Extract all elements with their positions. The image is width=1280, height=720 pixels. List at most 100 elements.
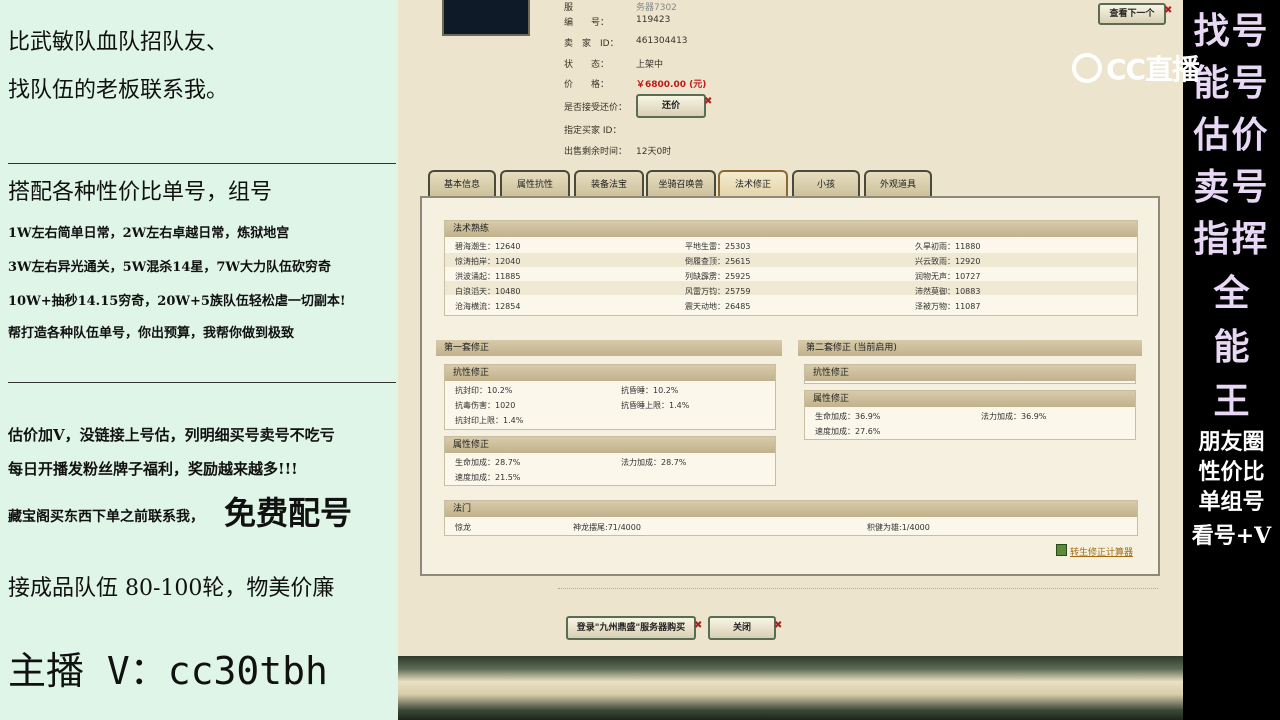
skill-cell: 平地生雷：25303 — [685, 242, 751, 251]
set2-title: 第二套修正 (当前启用) — [798, 340, 1142, 356]
set2-resist-section: 抗性修正 — [804, 364, 1136, 384]
fameng-cell: 神龙摆尾:71/4000 — [573, 523, 641, 532]
skill-cell: 泽被万物：11087 — [915, 302, 981, 311]
tab-basic-info[interactable]: 基本信息 — [428, 170, 496, 198]
treasure-pavilion-window: 服 务器7302 编 号： 119423 卖 家 ID： 461304413 状… — [398, 0, 1183, 720]
window-bottom-frame — [398, 656, 1183, 720]
resist-cell: 抗封印上限：1.4% — [455, 416, 524, 425]
cc-logo-text: CC直播 — [1106, 53, 1200, 86]
price-label: 价 格： — [564, 80, 610, 90]
ad-line: 接成品队伍 80-100轮，物美价廉 — [8, 576, 335, 601]
left-ad-panel: 比武敏队血队招队友、 找队伍的老板联系我。 搭配各种性价比单号，组号 1W左右简… — [0, 0, 398, 720]
login-server-buy-button[interactable]: 登录"九州鼎盛"服务器购买 — [566, 616, 696, 640]
ad-line: 藏宝阁买东西下单之前联系我， — [8, 509, 204, 525]
skill-cell: 风雷万钧：25759 — [685, 287, 751, 296]
resist-cell: 抗昏睡上限：1.4% — [621, 401, 690, 410]
ad-line: 找队伍的老板联系我。 — [8, 78, 229, 103]
character-portrait — [442, 0, 530, 36]
ad-small-text: 看号+V — [1191, 523, 1272, 549]
resist-cell: 抗昏睡：10.2% — [621, 386, 679, 395]
attr-cell: 法力加成：28.7% — [621, 458, 687, 467]
skill-cell: 久旱初雨：11880 — [915, 242, 981, 251]
counter-offer-button[interactable]: 还价 — [636, 94, 706, 118]
ad-line: 估价加V，没链接上号估，列明细买号卖号不吃亏 — [8, 426, 335, 444]
section-title: 属性修正 — [805, 391, 1135, 407]
skill-cell: 沧海横流：12854 — [455, 302, 521, 311]
ad-vertical-text: 找号 — [1193, 10, 1270, 52]
fameng-cell: 惊龙 — [455, 523, 471, 532]
status-label: 状 态： — [564, 60, 610, 70]
streamer-contact: 主播 V：cc30tbh — [8, 649, 328, 693]
row-stripe — [445, 281, 1137, 295]
skill-cell: 惊涛拍岸：12040 — [455, 257, 521, 266]
status-value: 上架中 — [636, 60, 664, 70]
close-button[interactable]: 关闭 — [708, 616, 776, 640]
rebirth-calculator-link[interactable]: 转生修正计算器 — [1070, 545, 1133, 558]
spell-proficiency-section: 法术熟练 碧海潮生：12640 平地生雷：25303 久旱初雨：11880 惊涛… — [444, 220, 1138, 316]
row-stripe — [445, 253, 1137, 267]
seller-label: 卖 家 ID： — [564, 39, 619, 49]
resist-cell: 抗毒伤害：1020 — [455, 401, 516, 410]
tab-mounts-pets[interactable]: 坐骑召唤兽 — [646, 170, 716, 198]
set1-title: 第一套修正 — [436, 340, 782, 356]
ad-small-text: 性价比 — [1198, 459, 1265, 485]
section-title: 属性修正 — [445, 437, 775, 453]
section-title: 法术熟练 — [445, 221, 1137, 237]
ad-line: 比武敏队血队招队友、 — [8, 30, 229, 55]
skill-cell: 洪波涌起：11885 — [455, 272, 521, 281]
skill-cell: 列缺霹雳：25925 — [685, 272, 751, 281]
server-value: 务器7302 — [636, 3, 677, 13]
time-value: 12天0时 — [636, 147, 672, 157]
skill-cell: 震天动地：26485 — [685, 302, 751, 311]
ad-vertical-text: 指挥 — [1193, 218, 1270, 260]
tab-children[interactable]: 小孩 — [792, 170, 860, 198]
skill-cell: 沛然莫御：10883 — [915, 287, 981, 296]
buyer-id-label: 指定买家 ID： — [564, 126, 622, 136]
ad-line: 每日开播发粉丝牌子福利，奖励越来越多!!! — [8, 460, 298, 478]
id-value: 119423 — [636, 15, 671, 25]
attr-cell: 法力加成：36.9% — [981, 412, 1047, 421]
price-value: ￥6800.00 (元) — [636, 80, 707, 90]
ad-vertical-text: 王 — [1213, 380, 1250, 422]
tab-appearance[interactable]: 外观道具 — [864, 170, 932, 198]
ad-line: 帮打造各种队伍单号，你出预算，我帮你做到极致 — [8, 326, 295, 341]
set1-attr-section: 属性修正 生命加成：28.7% 法力加成：28.7% 速度加成：21.5% — [444, 436, 776, 486]
next-item-button[interactable]: 查看下一个 — [1098, 3, 1166, 25]
tab-equipment[interactable]: 装备法宝 — [574, 170, 644, 198]
ad-small-text: 单组号 — [1198, 489, 1265, 515]
section-title: 法门 — [445, 501, 1137, 517]
tab-content-panel: 法术熟练 碧海潮生：12640 平地生雷：25303 久旱初雨：11880 惊涛… — [420, 196, 1160, 576]
attr-cell: 生命加成：28.7% — [455, 458, 521, 467]
close-icon[interactable]: ✖ — [774, 620, 782, 631]
divider — [8, 382, 396, 383]
counter-offer-label: 是否接受还价： — [564, 103, 628, 113]
fameng-section: 法门 惊龙 神龙摆尾:71/4000 积健为雄:1/4000 — [444, 500, 1138, 536]
calculator-icon[interactable] — [1056, 544, 1067, 556]
skill-cell: 兴云致雨：12920 — [915, 257, 981, 266]
ad-vertical-text: 全 — [1213, 272, 1250, 314]
ad-highlight: 免费配号 — [224, 494, 353, 532]
tab-attribute-resist[interactable]: 属性抗性 — [500, 170, 570, 198]
dotted-divider — [558, 588, 1158, 589]
close-icon[interactable]: ✖ — [1164, 5, 1172, 16]
tab-spell-correction[interactable]: 法术修正 — [718, 170, 788, 198]
ad-small-text: 朋友圈 — [1198, 429, 1265, 455]
time-label: 出售剩余时间： — [564, 147, 628, 157]
section-title: 抗性修正 — [445, 365, 775, 381]
ad-vertical-text: 能 — [1213, 326, 1250, 368]
close-icon[interactable]: ✖ — [704, 96, 712, 107]
skill-cell: 碧海潮生：12640 — [455, 242, 521, 251]
close-icon[interactable]: ✖ — [694, 620, 702, 631]
server-label: 服 — [564, 3, 574, 13]
attr-cell: 速度加成：27.6% — [815, 427, 881, 436]
set2-attr-section: 属性修正 生命加成：36.9% 法力加成：36.9% 速度加成：27.6% — [804, 390, 1136, 440]
right-ad-panel: 找号 能号 估价 卖号 指挥 全 能 王 朋友圈 性价比 单组号 看号+V — [1183, 0, 1280, 720]
fameng-cell: 积健为雄:1/4000 — [867, 523, 930, 532]
ad-vertical-text: 卖号 — [1193, 166, 1270, 208]
cc-live-logo: CC直播 — [1072, 48, 1200, 88]
attr-cell: 生命加成：36.9% — [815, 412, 881, 421]
skill-cell: 倒履查顶：25615 — [685, 257, 751, 266]
skill-cell: 白浪滔天：10480 — [455, 287, 521, 296]
skill-cell: 润物无声：10727 — [915, 272, 981, 281]
ad-line: 10W+抽秒14.15穷奇，20W+5族队伍轻松虐一切副本! — [8, 294, 346, 309]
